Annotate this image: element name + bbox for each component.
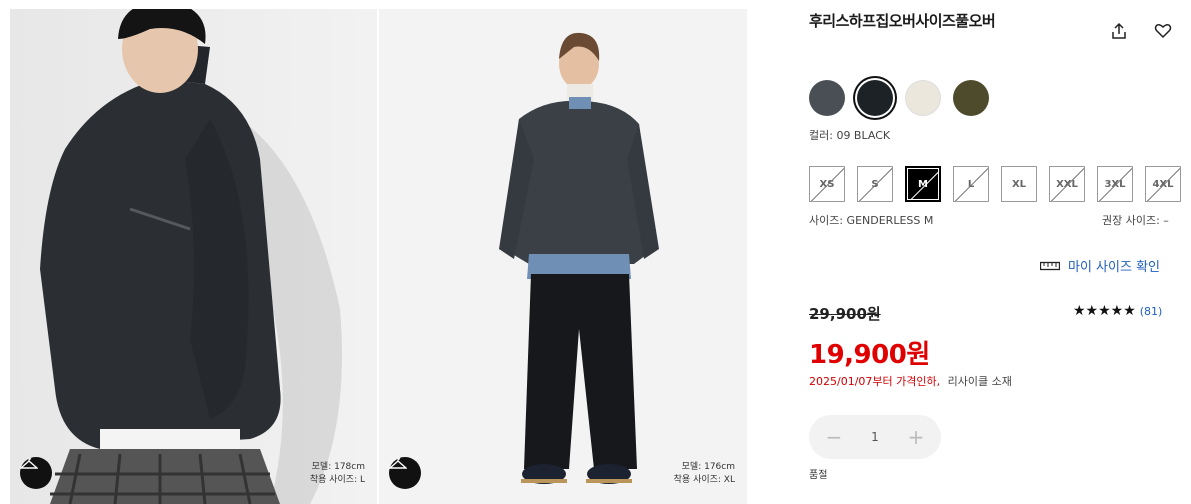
- size-label: XXL: [1056, 178, 1078, 190]
- model-size: 착용 사이즈: L: [309, 475, 365, 485]
- product-image-1[interactable]: 모델: 178cm 착용 사이즈: L: [10, 9, 377, 504]
- size-option-xxl[interactable]: XXL: [1049, 166, 1085, 202]
- heart-icon: [1154, 24, 1172, 39]
- price-note: 2025/01/07부터 가격인하, 리사이클 소재: [809, 373, 1012, 389]
- size-option-m[interactable]: M: [905, 166, 941, 202]
- model-info-1: 모델: 178cm 착용 사이즈: L: [310, 461, 365, 487]
- size-label: XL: [1011, 178, 1027, 190]
- rating[interactable]: ★★★★★ (81): [1073, 303, 1162, 319]
- material-note: 리사이클 소재: [947, 375, 1012, 388]
- size-option-3xl[interactable]: 3XL: [1097, 166, 1133, 202]
- share-icon: [1112, 22, 1126, 39]
- my-size-link[interactable]: 마이 사이즈 확인: [1040, 256, 1160, 275]
- color-swatch-olive[interactable]: [953, 80, 989, 116]
- product-image-2[interactable]: 모델: 176cm 착용 사이즈: XL: [379, 9, 747, 504]
- size-label: 사이즈: GENDERLESS M: [809, 214, 934, 227]
- quantity-value: 1: [871, 430, 879, 444]
- size-option-s[interactable]: S: [857, 166, 893, 202]
- color-swatch-black[interactable]: [857, 80, 893, 116]
- quantity-decrease-button[interactable]: −: [825, 425, 843, 449]
- model-photo-2: [379, 9, 747, 504]
- color-label: 컬러: 09 BLACK: [809, 129, 891, 142]
- size-option-4xl[interactable]: 4XL: [1145, 166, 1181, 202]
- size-label: S: [871, 178, 879, 190]
- stock-status: 품절: [809, 470, 828, 481]
- quantity-stepper[interactable]: − 1 +: [809, 415, 941, 459]
- share-button[interactable]: [1108, 20, 1130, 42]
- try-on-button-1[interactable]: [20, 457, 52, 489]
- rating-stars: ★★★★★: [1073, 303, 1136, 319]
- size-option-xs[interactable]: XS: [809, 166, 845, 202]
- quantity-increase-button[interactable]: +: [907, 425, 925, 449]
- model-size: 착용 사이즈: XL: [673, 475, 735, 485]
- recommended-size: 권장 사이즈: –: [1102, 214, 1169, 227]
- original-price: 29,900원: [809, 305, 881, 323]
- model-height: 모델: 176cm: [681, 462, 735, 472]
- model-height: 모델: 178cm: [311, 462, 365, 472]
- size-option-l[interactable]: L: [953, 166, 989, 202]
- size-label: L: [967, 178, 975, 190]
- sale-price: 19,900원: [809, 340, 930, 370]
- price-reduction-note: 2025/01/07부터 가격인하,: [809, 375, 941, 388]
- model-photo-1: [10, 9, 377, 504]
- hanger-icon: [389, 458, 407, 469]
- size-label: 3XL: [1104, 178, 1126, 190]
- product-title: 후리스하프집오버사이즈풀오버: [809, 12, 996, 30]
- size-label: 4XL: [1152, 178, 1174, 190]
- color-swatch-gray[interactable]: [809, 80, 845, 116]
- size-option-xl[interactable]: XL: [1001, 166, 1037, 202]
- model-info-2: 모델: 176cm 착용 사이즈: XL: [674, 461, 735, 487]
- ruler-icon: [1040, 261, 1060, 270]
- hanger-icon: [20, 458, 38, 469]
- my-size-label: 마이 사이즈 확인: [1068, 260, 1160, 275]
- try-on-button-2[interactable]: [389, 457, 421, 489]
- review-count[interactable]: (81): [1140, 305, 1163, 318]
- wishlist-button[interactable]: [1152, 20, 1174, 42]
- color-swatch-off-white[interactable]: [905, 80, 941, 116]
- size-label: XS: [819, 178, 835, 190]
- size-label: M: [918, 178, 928, 190]
